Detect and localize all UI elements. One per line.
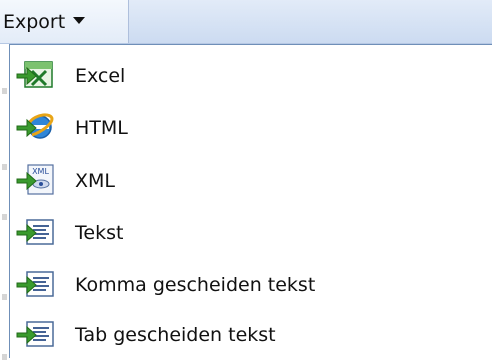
export-menu-button[interactable]: Export: [0, 0, 129, 43]
menu-item-komma-gescheiden-tekst[interactable]: Komma gescheiden tekst: [10, 259, 492, 311]
html-ie-icon: [16, 113, 54, 139]
svg-text:XML: XML: [32, 167, 49, 176]
text-document-icon: [16, 271, 54, 297]
excel-icon: [16, 61, 53, 88]
text-document-icon: [16, 219, 54, 245]
menu-item-label: Komma gescheiden tekst: [75, 274, 316, 296]
background-mark: [2, 294, 7, 300]
menu-item-excel[interactable]: Excel: [10, 50, 492, 102]
menu-item-tekst[interactable]: Tekst: [10, 207, 492, 259]
background-mark: [2, 214, 7, 220]
xml-icon: XML: [16, 164, 54, 195]
text-document-icon: [16, 321, 54, 347]
background-mark: [2, 164, 7, 170]
export-dropdown-menu: Excel HTML XML XML Tekst Komma gescheide…: [9, 44, 492, 358]
menu-item-tab-gescheiden-tekst[interactable]: Tab gescheiden tekst: [10, 309, 492, 361]
menu-item-label: Excel: [75, 65, 126, 87]
background-mark: [2, 354, 7, 360]
menu-item-label: Tab gescheiden tekst: [75, 324, 276, 346]
toolbar: Export: [0, 0, 492, 44]
export-label: Export: [3, 10, 66, 33]
caret-down-icon: [73, 17, 86, 24]
background-mark: [2, 88, 7, 94]
menu-item-xml[interactable]: XML XML: [10, 155, 492, 207]
menu-item-html[interactable]: HTML: [10, 102, 492, 154]
menu-item-label: HTML: [75, 117, 128, 139]
menu-item-label: Tekst: [75, 222, 124, 244]
menu-item-label: XML: [75, 170, 115, 192]
